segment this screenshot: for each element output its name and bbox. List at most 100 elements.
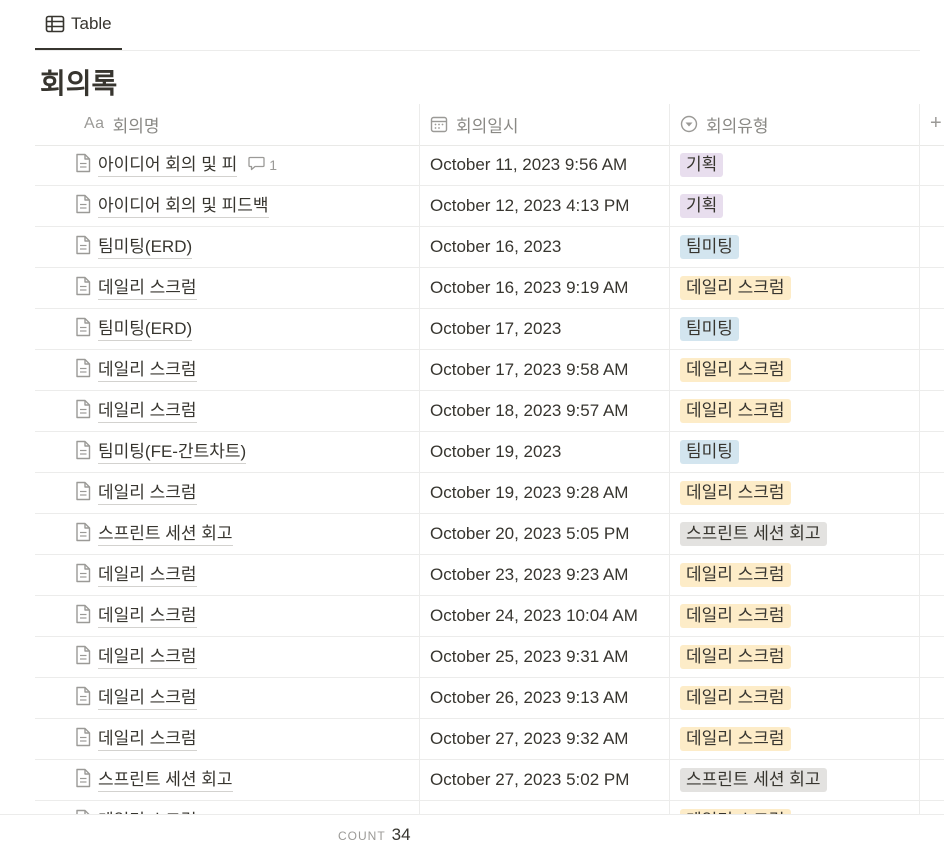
type-tag: 팀미팅 [680,235,739,259]
row-title-cell[interactable]: 데일리 스크럼 [75,637,197,677]
count-summary[interactable]: COUNT 34 [338,825,411,845]
row-title[interactable]: 팀미팅(ERD) [98,318,193,341]
row-type-cell[interactable]: 스프린트 세션 회고 [680,760,827,800]
row-title[interactable]: 데일리 스크럼 [98,359,197,382]
row-date-cell[interactable]: October 17, 2023 [430,309,561,349]
row-date-cell[interactable]: October 20, 2023 5:05 PM [430,514,629,554]
row-date-cell[interactable]: October 18, 2023 9:57 AM [430,391,628,431]
row-type-cell[interactable]: 데일리 스크럼 [680,555,791,595]
table-row[interactable]: 데일리 스크럼 October 24, 2023 10:04 AM 데일리 스크럼 [35,596,944,637]
count-value: 34 [391,825,411,844]
row-date-cell[interactable]: October 26, 2023 9:13 AM [430,678,628,718]
row-title-cell[interactable]: 데일리 스크럼 [75,801,197,814]
row-type-cell[interactable]: 데일리 스크럼 [680,719,791,759]
table-row[interactable]: 데일리 스크럼 October 25, 2023 9:31 AM 데일리 스크럼 [35,637,944,678]
row-title-cell[interactable]: 스프린트 세션 회고 [75,760,233,800]
row-title-cell[interactable]: 데일리 스크럼 [75,555,197,595]
row-title[interactable]: 데일리 스크럼 [98,605,197,628]
column-header-type[interactable]: 회의유형 [680,104,769,144]
page-icon [75,317,91,342]
row-date: October 18, 2023 9:57 AM [430,401,629,420]
row-date-cell[interactable]: October 27, 2023 9:32 AM [430,719,628,759]
row-title[interactable]: 데일리 스크럼 [98,564,197,587]
table-row[interactable]: 데일리 스크럼 October 19, 2023 9:28 AM 데일리 스크럼 [35,473,944,514]
row-type-cell[interactable]: 데일리 스크럼 [680,678,791,718]
row-type-cell[interactable]: 데일리 스크럼 [680,637,791,677]
row-type-cell[interactable]: 팀미팅 [680,227,739,267]
row-title-cell[interactable]: 팀미팅(FE-간트차트) [75,432,247,472]
row-title[interactable]: 데일리 스크럼 [98,400,197,423]
row-type-cell[interactable]: 기획 [680,145,724,185]
table-row[interactable]: 데일리 스크럼 October 26, 2023 9:13 AM 데일리 스크럼 [35,678,944,719]
type-tag: 데일리 스크럼 [680,358,791,382]
row-title-cell[interactable]: 데일리 스크럼 [75,391,197,431]
row-title[interactable]: 아이디어 회의 및 피 [98,154,238,177]
row-title-cell[interactable]: 팀미팅(ERD) [75,309,193,349]
row-date-cell[interactable]: October 17, 2023 9:58 AM [430,350,628,390]
row-title[interactable]: 데일리 스크럼 [98,277,197,300]
table-row[interactable]: 아이디어 회의 및 피 1 October 11, 2023 9:56 AM 기획 [35,145,944,186]
row-title-cell[interactable]: 데일리 스크럼 [75,719,197,759]
table-row[interactable]: 데일리 스크럼 October 16, 2023 9:19 AM 데일리 스크럼 [35,268,944,309]
row-date-cell[interactable]: October 25, 2023 9:31 AM [430,637,628,677]
row-title[interactable]: 아이디어 회의 및 피드백 [98,195,269,218]
row-date-cell[interactable]: October 11, 2023 9:56 AM [430,145,627,185]
row-title-cell[interactable]: 데일리 스크럼 [75,678,197,718]
row-title-cell[interactable]: 팀미팅(ERD) [75,227,193,267]
row-type-cell[interactable]: 팀미팅 [680,309,739,349]
row-date-cell[interactable]: October 23, 2023 9:23 AM [430,555,628,595]
row-date-cell[interactable]: October 19, 2023 [430,432,561,472]
comment-indicator[interactable]: 1 [248,156,277,174]
row-type-cell[interactable]: 데일리 스크럼 [680,473,791,513]
row-title-cell[interactable]: 데일리 스크럼 [75,596,197,636]
row-type-cell[interactable]: 데일리 스크럼 [680,350,791,390]
table-row[interactable]: 스프린트 세션 회고 October 27, 2023 5:02 PM 스프린트 세… [35,760,944,801]
row-title[interactable]: 데일리 스크럼 [98,728,197,751]
row-title-cell[interactable]: 데일리 스크럼 [75,350,197,390]
row-title-cell[interactable]: 데일리 스크럼 [75,268,197,308]
row-title[interactable]: 팀미팅(FE-간트차트) [98,441,247,464]
row-date: October 23, 2023 9:23 AM [430,565,629,584]
row-title[interactable]: 스프린트 세션 회고 [98,523,233,546]
table-row[interactable]: 데일리 스크럼 October 23, 2023 9:23 AM 데일리 스크럼 [35,555,944,596]
page-icon [75,481,91,506]
row-type-cell[interactable]: 기획 [680,186,724,226]
row-type-cell[interactable]: 데일리 스크럼 [680,801,791,814]
row-title-cell[interactable]: 아이디어 회의 및 피 1 [75,145,277,185]
row-date: October 25, 2023 9:31 AM [430,647,629,666]
row-type-cell[interactable]: 데일리 스크럼 [680,391,791,431]
row-type-cell[interactable]: 데일리 스크럼 [680,268,791,308]
row-type-cell[interactable]: 데일리 스크럼 [680,596,791,636]
row-title-cell[interactable]: 스프린트 세션 회고 [75,514,233,554]
table-row[interactable]: 스프린트 세션 회고 October 20, 2023 5:05 PM 스프린트 세… [35,514,944,555]
column-header-name[interactable]: Aa 회의명 [84,104,160,144]
row-date-cell[interactable]: October 12, 2023 4:13 PM [430,186,629,226]
table-row[interactable]: 데일리 스크럼 데일리 스크럼 [35,801,944,814]
row-title[interactable]: 데일리 스크럼 [98,646,197,669]
column-header-date[interactable]: 회의일시 [430,104,519,144]
row-title[interactable]: 팀미팅(ERD) [98,236,193,259]
table-row[interactable]: 팀미팅(ERD) October 17, 2023 팀미팅 [35,309,944,350]
row-date-cell[interactable]: October 16, 2023 [430,227,561,267]
table-row[interactable]: 데일리 스크럼 October 17, 2023 9:58 AM 데일리 스크럼 [35,350,944,391]
table-row[interactable]: 팀미팅(FE-간트차트) October 19, 2023 팀미팅 [35,432,944,473]
table-row[interactable]: 데일리 스크럼 October 18, 2023 9:57 AM 데일리 스크럼 [35,391,944,432]
table-row[interactable]: 아이디어 회의 및 피드백 October 12, 2023 4:13 PM 기획 [35,186,944,227]
row-date-cell[interactable]: October 16, 2023 9:19 AM [430,268,628,308]
row-type-cell[interactable]: 스프린트 세션 회고 [680,514,827,554]
row-date-cell[interactable]: October 24, 2023 10:04 AM [430,596,638,636]
row-date: October 27, 2023 5:02 PM [430,770,630,789]
page-icon [75,645,91,670]
row-title[interactable]: 스프린트 세션 회고 [98,769,233,792]
row-date-cell[interactable]: October 19, 2023 9:28 AM [430,473,628,513]
row-type-cell[interactable]: 팀미팅 [680,432,739,472]
row-title-cell[interactable]: 데일리 스크럼 [75,473,197,513]
row-title-cell[interactable]: 아이디어 회의 및 피드백 [75,186,269,226]
table-row[interactable]: 팀미팅(ERD) October 16, 2023 팀미팅 [35,227,944,268]
table-row[interactable]: 데일리 스크럼 October 27, 2023 9:32 AM 데일리 스크럼 [35,719,944,760]
row-title[interactable]: 데일리 스크럼 [98,482,197,505]
type-tag: 데일리 스크럼 [680,563,791,587]
row-date-cell[interactable]: October 27, 2023 5:02 PM [430,760,629,800]
row-title[interactable]: 데일리 스크럼 [98,687,197,710]
tab-table-view[interactable]: Table [35,0,122,50]
